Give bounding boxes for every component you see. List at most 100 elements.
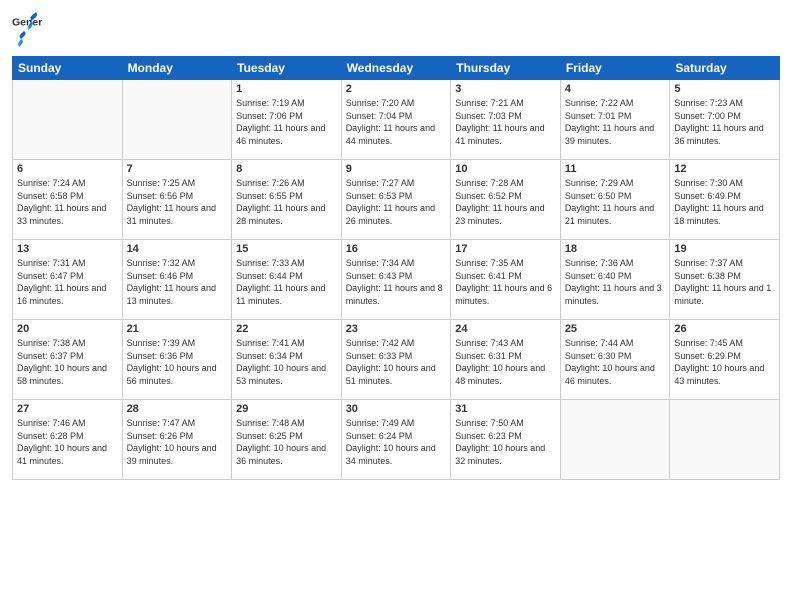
day-info: Sunrise: 7:33 AM Sunset: 6:44 PM Dayligh… xyxy=(236,257,337,307)
calendar-cell: 26 Sunrise: 7:45 AM Sunset: 6:29 PM Dayli… xyxy=(670,320,780,400)
calendar-cell: 1 Sunrise: 7:19 AM Sunset: 7:06 PM Daylig… xyxy=(232,80,342,160)
day-info: Sunrise: 7:20 AM Sunset: 7:04 PM Dayligh… xyxy=(346,97,447,147)
day-info: Sunrise: 7:50 AM Sunset: 6:23 PM Dayligh… xyxy=(455,417,556,467)
day-info: Sunrise: 7:42 AM Sunset: 6:33 PM Dayligh… xyxy=(346,337,447,387)
header-saturday: Saturday xyxy=(670,57,780,80)
day-info: Sunrise: 7:36 AM Sunset: 6:40 PM Dayligh… xyxy=(565,257,666,307)
day-number: 14 xyxy=(127,243,228,255)
day-info: Sunrise: 7:41 AM Sunset: 6:34 PM Dayligh… xyxy=(236,337,337,387)
calendar-cell: 15 Sunrise: 7:33 AM Sunset: 6:44 PM Dayli… xyxy=(232,240,342,320)
day-number: 1 xyxy=(236,83,337,95)
header-tuesday: Tuesday xyxy=(232,57,342,80)
calendar-cell: 24 Sunrise: 7:43 AM Sunset: 6:31 PM Dayli… xyxy=(451,320,561,400)
day-info: Sunrise: 7:28 AM Sunset: 6:52 PM Dayligh… xyxy=(455,177,556,227)
day-info: Sunrise: 7:48 AM Sunset: 6:25 PM Dayligh… xyxy=(236,417,337,467)
day-number: 15 xyxy=(236,243,337,255)
day-number: 22 xyxy=(236,323,337,335)
day-number: 23 xyxy=(346,323,447,335)
calendar-cell: 6 Sunrise: 7:24 AM Sunset: 6:58 PM Daylig… xyxy=(13,160,123,240)
day-number: 6 xyxy=(17,163,118,175)
calendar-cell: 31 Sunrise: 7:50 AM Sunset: 6:23 PM Dayli… xyxy=(451,400,561,480)
day-number: 30 xyxy=(346,403,447,415)
day-info: Sunrise: 7:25 AM Sunset: 6:56 PM Dayligh… xyxy=(127,177,228,227)
day-info: Sunrise: 7:24 AM Sunset: 6:58 PM Dayligh… xyxy=(17,177,118,227)
day-number: 18 xyxy=(565,243,666,255)
day-info: Sunrise: 7:46 AM Sunset: 6:28 PM Dayligh… xyxy=(17,417,118,467)
calendar-cell: 20Sunrise: 7:38 AM Sunset: 6:37 PM Dayli… xyxy=(13,320,123,400)
day-info: Sunrise: 7:45 AM Sunset: 6:29 PM Dayligh… xyxy=(674,337,775,387)
header-sunday: Sunday xyxy=(13,57,123,80)
calendar-cell: 22 Sunrise: 7:41 AM Sunset: 6:34 PM Dayli… xyxy=(232,320,342,400)
calendar-cell xyxy=(670,400,780,480)
day-number: 19 xyxy=(674,243,775,255)
day-number: 9 xyxy=(346,163,447,175)
day-info: Sunrise: 7:38 AM Sunset: 6:37 PM Dayligh… xyxy=(17,337,118,387)
day-number: 13 xyxy=(17,243,118,255)
day-number: 26 xyxy=(674,323,775,335)
day-info: Sunrise: 7:44 AM Sunset: 6:30 PM Dayligh… xyxy=(565,337,666,387)
calendar-cell: 18 Sunrise: 7:36 AM Sunset: 6:40 PM Dayli… xyxy=(560,240,670,320)
day-number: 21 xyxy=(127,323,228,335)
day-info: Sunrise: 7:47 AM Sunset: 6:26 PM Dayligh… xyxy=(127,417,228,467)
weekday-header-row: Sunday Monday Tuesday Wednesday Thursday… xyxy=(13,57,780,80)
day-number: 27 xyxy=(17,403,118,415)
day-number: 24 xyxy=(455,323,556,335)
day-number: 2 xyxy=(346,83,447,95)
day-info: Sunrise: 7:35 AM Sunset: 6:41 PM Dayligh… xyxy=(455,257,556,307)
calendar-cell: 14 Sunrise: 7:32 AM Sunset: 6:46 PM Dayli… xyxy=(122,240,232,320)
day-info: Sunrise: 7:22 AM Sunset: 7:01 PM Dayligh… xyxy=(565,97,666,147)
day-number: 28 xyxy=(127,403,228,415)
calendar-cell: 27 Sunrise: 7:46 AM Sunset: 6:28 PM Dayli… xyxy=(13,400,123,480)
calendar-table: Sunday Monday Tuesday Wednesday Thursday… xyxy=(12,56,780,480)
day-info: Sunrise: 7:43 AM Sunset: 6:31 PM Dayligh… xyxy=(455,337,556,387)
day-info: Sunrise: 7:23 AM Sunset: 7:00 PM Dayligh… xyxy=(674,97,775,147)
day-number: 12 xyxy=(674,163,775,175)
calendar-week-row: 6 Sunrise: 7:24 AM Sunset: 6:58 PM Daylig… xyxy=(13,160,780,240)
calendar-cell xyxy=(122,80,232,160)
day-number: 7 xyxy=(127,163,228,175)
day-number: 11 xyxy=(565,163,666,175)
calendar-cell xyxy=(560,400,670,480)
day-info: Sunrise: 7:34 AM Sunset: 6:43 PM Dayligh… xyxy=(346,257,447,307)
day-number: 29 xyxy=(236,403,337,415)
day-number: 17 xyxy=(455,243,556,255)
logo-bird-icon xyxy=(13,30,35,48)
day-info: Sunrise: 7:32 AM Sunset: 6:46 PM Dayligh… xyxy=(127,257,228,307)
calendar-week-row: 1 Sunrise: 7:19 AM Sunset: 7:06 PM Daylig… xyxy=(13,80,780,160)
calendar-cell: 7 Sunrise: 7:25 AM Sunset: 6:56 PM Daylig… xyxy=(122,160,232,240)
header-friday: Friday xyxy=(560,57,670,80)
calendar-cell: 5Sunrise: 7:23 AM Sunset: 7:00 PM Daylig… xyxy=(670,80,780,160)
logo: General xyxy=(12,10,42,48)
calendar-cell: 30 Sunrise: 7:49 AM Sunset: 6:24 PM Dayli… xyxy=(341,400,451,480)
calendar-week-row: 20Sunrise: 7:38 AM Sunset: 6:37 PM Dayli… xyxy=(13,320,780,400)
day-number: 4 xyxy=(565,83,666,95)
calendar-cell: 9Sunrise: 7:27 AM Sunset: 6:53 PM Daylig… xyxy=(341,160,451,240)
day-info: Sunrise: 7:29 AM Sunset: 6:50 PM Dayligh… xyxy=(565,177,666,227)
day-info: Sunrise: 7:19 AM Sunset: 7:06 PM Dayligh… xyxy=(236,97,337,147)
day-number: 31 xyxy=(455,403,556,415)
day-info: Sunrise: 7:21 AM Sunset: 7:03 PM Dayligh… xyxy=(455,97,556,147)
header-wednesday: Wednesday xyxy=(341,57,451,80)
calendar-week-row: 13 Sunrise: 7:31 AM Sunset: 6:47 PM Dayli… xyxy=(13,240,780,320)
calendar-cell: 17 Sunrise: 7:35 AM Sunset: 6:41 PM Dayli… xyxy=(451,240,561,320)
calendar-cell: 19 Sunrise: 7:37 AM Sunset: 6:38 PM Dayli… xyxy=(670,240,780,320)
day-info: Sunrise: 7:26 AM Sunset: 6:55 PM Dayligh… xyxy=(236,177,337,227)
day-number: 16 xyxy=(346,243,447,255)
day-info: Sunrise: 7:30 AM Sunset: 6:49 PM Dayligh… xyxy=(674,177,775,227)
calendar-cell: 23 Sunrise: 7:42 AM Sunset: 6:33 PM Dayli… xyxy=(341,320,451,400)
calendar-cell: 25 Sunrise: 7:44 AM Sunset: 6:30 PM Dayli… xyxy=(560,320,670,400)
day-info: Sunrise: 7:31 AM Sunset: 6:47 PM Dayligh… xyxy=(17,257,118,307)
day-info: Sunrise: 7:49 AM Sunset: 6:24 PM Dayligh… xyxy=(346,417,447,467)
calendar-cell: 28 Sunrise: 7:47 AM Sunset: 6:26 PM Dayli… xyxy=(122,400,232,480)
calendar-cell: 3 Sunrise: 7:21 AM Sunset: 7:03 PM Daylig… xyxy=(451,80,561,160)
calendar-cell: 29 Sunrise: 7:48 AM Sunset: 6:25 PM Dayli… xyxy=(232,400,342,480)
calendar-cell: 2 Sunrise: 7:20 AM Sunset: 7:04 PM Daylig… xyxy=(341,80,451,160)
calendar-cell: 13 Sunrise: 7:31 AM Sunset: 6:47 PM Dayli… xyxy=(13,240,123,320)
calendar-cell xyxy=(13,80,123,160)
day-number: 25 xyxy=(565,323,666,335)
calendar-cell: 8Sunrise: 7:26 AM Sunset: 6:55 PM Daylig… xyxy=(232,160,342,240)
day-number: 3 xyxy=(455,83,556,95)
svg-text:General: General xyxy=(12,17,42,29)
header-thursday: Thursday xyxy=(451,57,561,80)
day-info: Sunrise: 7:37 AM Sunset: 6:38 PM Dayligh… xyxy=(674,257,775,307)
